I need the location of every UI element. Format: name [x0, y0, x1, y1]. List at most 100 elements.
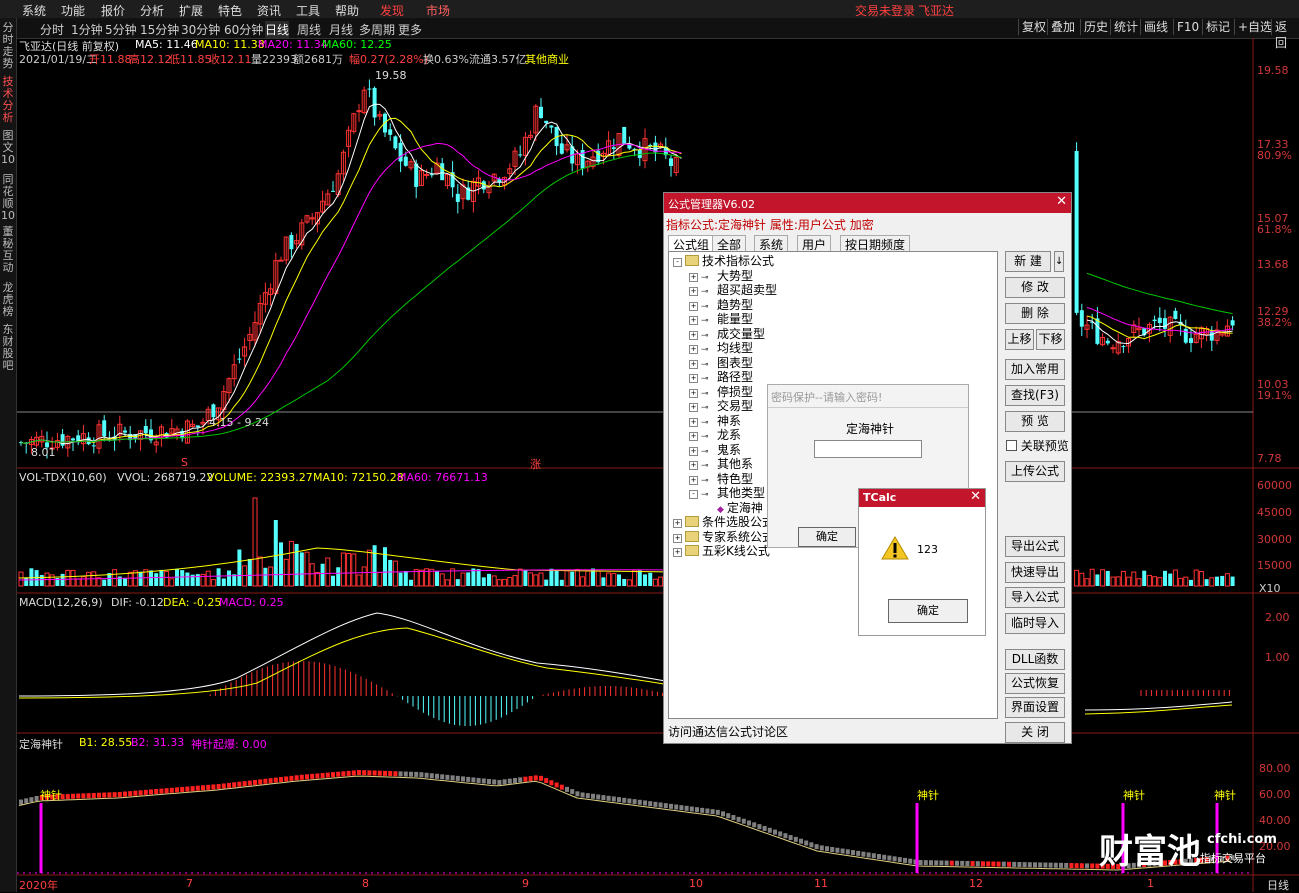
- menu-item-feature[interactable]: 特色: [218, 2, 242, 19]
- menu-item-extend[interactable]: 扩展: [179, 2, 203, 19]
- menu-item-tools[interactable]: 工具: [296, 2, 320, 19]
- candle-down: [71, 438, 75, 441]
- period-5min[interactable]: 5分钟: [105, 21, 137, 38]
- dialog-titlebar[interactable]: 公式管理器V6.02 ✕: [664, 193, 1071, 213]
- btn-draw[interactable]: 画线: [1140, 19, 1171, 35]
- tcalc-dialog: TCalc ✕ 123 确定: [858, 488, 986, 636]
- menu-item-function[interactable]: 功能: [61, 2, 85, 19]
- collapse-icon[interactable]: -: [689, 490, 698, 499]
- period-weekly[interactable]: 周线: [297, 21, 321, 38]
- btn-add-fav[interactable]: +自选: [1234, 19, 1275, 35]
- volume-bar: [377, 571, 383, 587]
- link-preview-checkbox[interactable]: 关联预览: [1006, 437, 1069, 454]
- tcalc-ok-button[interactable]: 确定: [888, 599, 968, 623]
- btn-history[interactable]: 历史: [1080, 19, 1111, 35]
- period-monthly[interactable]: 月线: [329, 21, 353, 38]
- candle-up: [356, 110, 362, 113]
- btn-f10[interactable]: F10: [1173, 19, 1202, 35]
- tab-formula-group[interactable]: 公式组: [668, 235, 715, 252]
- btn-modify[interactable]: 修 改: [1005, 277, 1065, 298]
- dh-bar: [55, 794, 60, 800]
- btn-stats[interactable]: 统计: [1110, 19, 1141, 35]
- btn-export[interactable]: 导出公式: [1005, 536, 1065, 557]
- login-status[interactable]: 交易未登录: [855, 2, 915, 19]
- tab-system[interactable]: 系统: [754, 235, 789, 252]
- btn-new[interactable]: 新 建: [1005, 251, 1051, 272]
- tab-longhubang[interactable]: 龙虎榜: [0, 282, 16, 320]
- new-dropdown-icon[interactable]: ↓: [1054, 251, 1064, 272]
- period-60min[interactable]: 60分钟: [224, 21, 263, 38]
- btn-temp-import[interactable]: 临时导入: [1005, 613, 1065, 634]
- tab-user[interactable]: 用户: [797, 235, 832, 252]
- btn-import[interactable]: 导入公式: [1005, 587, 1065, 608]
- tree-node[interactable]: + 五彩K线公式: [673, 542, 770, 559]
- tab-dongcai[interactable]: 东财股吧: [0, 324, 16, 374]
- dh-bar: [154, 789, 159, 795]
- btn-overlay[interactable]: 叠加: [1047, 19, 1078, 35]
- btn-upload[interactable]: 上传公式: [1005, 461, 1065, 482]
- volume-bar: [481, 577, 486, 586]
- volume-bar: [487, 573, 491, 586]
- candle-down: [1152, 319, 1157, 322]
- collapse-icon[interactable]: -: [673, 258, 682, 267]
- volume-bar: [1230, 576, 1235, 586]
- tab-by-frequency[interactable]: 按日期频度: [840, 235, 911, 252]
- volume-bar: [149, 570, 153, 586]
- period-daily[interactable]: 日线: [265, 21, 290, 38]
- period-more[interactable]: 更多: [398, 21, 422, 38]
- dh-bar: [1189, 858, 1193, 864]
- btn-dll[interactable]: DLL函数: [1005, 649, 1065, 670]
- btn-add-common[interactable]: 加入常用: [1005, 359, 1065, 380]
- menu-item-discover[interactable]: 发现: [380, 2, 404, 19]
- btn-delete[interactable]: 删 除: [1005, 303, 1065, 324]
- menu-item-news[interactable]: 资讯: [257, 2, 281, 19]
- menu-item-help[interactable]: 帮助: [335, 2, 359, 19]
- period-1min[interactable]: 1分钟: [71, 21, 103, 38]
- period-fenshi[interactable]: 分时: [40, 21, 64, 38]
- menu-item-system[interactable]: 系统: [22, 2, 46, 19]
- password-divider: [768, 407, 968, 408]
- btn-preview[interactable]: 预 览: [1005, 411, 1065, 432]
- dh-bar: [944, 860, 949, 866]
- dh-bar: [1147, 861, 1152, 867]
- tcalc-titlebar[interactable]: TCalc ✕: [859, 489, 985, 507]
- menu-item-analysis[interactable]: 分析: [140, 2, 164, 19]
- period-30min[interactable]: 30分钟: [181, 21, 220, 38]
- tab-dongmi[interactable]: 董秘互动: [0, 226, 16, 276]
- btn-move-down[interactable]: 下移: [1036, 329, 1065, 350]
- close-icon[interactable]: ✕: [970, 489, 981, 504]
- tab-tech-analysis[interactable]: 技术分析: [0, 76, 16, 126]
- btn-mark[interactable]: 标记: [1202, 19, 1233, 35]
- tab-tuwen[interactable]: 图文10: [0, 130, 16, 170]
- chart-canvas[interactable]: [17, 38, 1299, 892]
- btn-back[interactable]: 返回: [1271, 19, 1299, 50]
- expand-icon[interactable]: +: [673, 548, 682, 557]
- dh-bar: [76, 793, 81, 799]
- btn-quick-export[interactable]: 快速导出: [1005, 562, 1065, 583]
- checkbox-icon[interactable]: [1006, 440, 1017, 451]
- menu-item-quote[interactable]: 报价: [101, 2, 125, 19]
- tab-tonghuashun[interactable]: 同花顺10: [0, 174, 16, 222]
- password-input[interactable]: [814, 440, 922, 458]
- candle-down: [237, 358, 242, 360]
- dh-bar: [320, 773, 325, 779]
- forum-link[interactable]: 访问通达信公式讨论区: [668, 723, 788, 740]
- tab-fenshi[interactable]: 分时走势: [0, 22, 16, 70]
- close-icon[interactable]: ✕: [1056, 194, 1067, 209]
- period-multi[interactable]: 多周期: [359, 21, 395, 38]
- period-15min[interactable]: 15分钟: [140, 21, 179, 38]
- btn-close[interactable]: 关 闭: [1005, 722, 1065, 743]
- btn-restore[interactable]: 公式恢复: [1005, 673, 1065, 694]
- dh-bar: [357, 770, 361, 775]
- password-ok-button[interactable]: 确定: [798, 527, 856, 547]
- btn-ui-settings[interactable]: 界面设置: [1005, 697, 1065, 718]
- dh-bar: [164, 788, 169, 794]
- tab-all[interactable]: 全部: [712, 235, 747, 252]
- volume-bar: [606, 572, 612, 587]
- btn-fuquan[interactable]: 复权: [1018, 19, 1049, 35]
- btn-move-up[interactable]: 上移: [1005, 329, 1034, 350]
- btn-find[interactable]: 查找(F3): [1005, 385, 1065, 406]
- menu-item-market[interactable]: 市场: [426, 2, 450, 19]
- dh-bar: [710, 809, 715, 815]
- dh-bar: [367, 770, 372, 776]
